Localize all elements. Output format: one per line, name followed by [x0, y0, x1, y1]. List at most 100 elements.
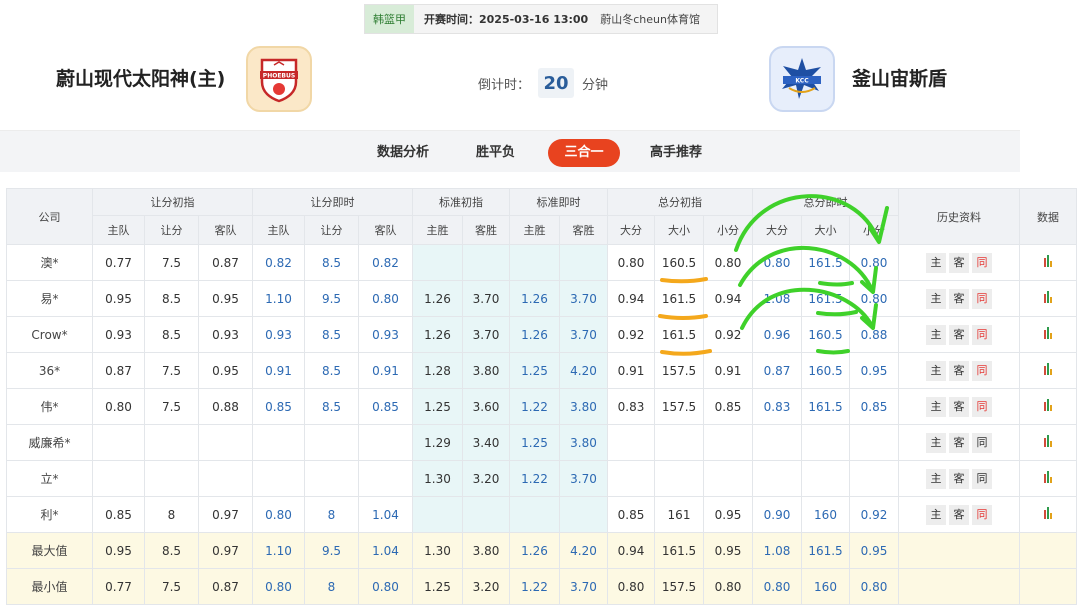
- countdown-value: 20: [538, 68, 575, 98]
- home-logo-text: PHOEBUS: [263, 73, 295, 80]
- home-team-logo[interactable]: PHOEBUS: [246, 46, 312, 112]
- bar-chart-icon[interactable]: [1044, 399, 1052, 411]
- total-open-cell: 161.5: [654, 280, 704, 317]
- bar-chart-icon[interactable]: [1044, 327, 1052, 339]
- table-row: 立* 1.30 3.20 1.22 3.70 主客同: [6, 460, 1077, 497]
- std-live-cell: 3.80: [559, 388, 608, 425]
- home-history-button[interactable]: 主: [926, 324, 946, 345]
- same-history-button[interactable]: 同: [972, 360, 992, 381]
- handicap-open-cell: 7.5: [144, 352, 199, 389]
- data-cell: [1019, 280, 1077, 317]
- handicap-live-cell: [304, 424, 359, 461]
- header-history: 历史资料: [898, 188, 1020, 245]
- same-history-button[interactable]: 同: [972, 252, 992, 273]
- company-name: 易*: [6, 280, 93, 317]
- history-cell: 主客同: [898, 352, 1020, 389]
- total-open-cell: 160.5: [654, 244, 704, 281]
- same-history-button[interactable]: 同: [972, 324, 992, 345]
- bar-chart-icon[interactable]: [1044, 255, 1052, 267]
- subheader-cell: 大分: [752, 215, 802, 245]
- std-open-cell: 3.70: [462, 316, 510, 353]
- handicap-live-cell: 0.82: [252, 244, 305, 281]
- total-live-cell: 0.80: [849, 280, 899, 317]
- away-history-button[interactable]: 客: [949, 504, 969, 525]
- company-name: 澳*: [6, 244, 93, 281]
- handicap-open-cell: 0.87: [92, 352, 145, 389]
- away-history-button[interactable]: 客: [949, 360, 969, 381]
- handicap-open-cell: [92, 424, 145, 461]
- away-history-button[interactable]: 客: [949, 288, 969, 309]
- std-open-cell: 1.26: [412, 316, 463, 353]
- std-live-cell: 1.22: [509, 460, 560, 497]
- handicap-open-cell: 0.95: [198, 280, 253, 317]
- history-cell: 主客同: [898, 424, 1020, 461]
- away-history-button[interactable]: 客: [949, 468, 969, 489]
- handicap-live-cell: 8: [304, 496, 359, 533]
- std-open-cell: 1.29: [412, 424, 463, 461]
- tab-win-draw-loss[interactable]: 胜平负: [476, 139, 515, 167]
- home-history-button[interactable]: 主: [926, 432, 946, 453]
- total-open-cell: [654, 460, 704, 497]
- same-history-button[interactable]: 同: [972, 468, 992, 489]
- subheader-cell: 主胜: [509, 215, 560, 245]
- home-history-button[interactable]: 主: [926, 504, 946, 525]
- total-open-cell: 161: [654, 496, 704, 533]
- bar-chart-icon[interactable]: [1044, 291, 1052, 303]
- away-history-button[interactable]: 客: [949, 432, 969, 453]
- home-history-button[interactable]: 主: [926, 252, 946, 273]
- away-team-logo[interactable]: KCC: [769, 46, 835, 112]
- handicap-open-cell: 0.97: [198, 496, 253, 533]
- total-open-cell: 0.83: [607, 388, 655, 425]
- std-open-cell: 3.80: [462, 352, 510, 389]
- table-row: 易* 0.95 8.5 0.95 1.10 9.5 0.80 1.26 3.70 1.26 3.70…: [6, 280, 1077, 317]
- away-history-button[interactable]: 客: [949, 396, 969, 417]
- handicap-open-cell: [144, 460, 199, 497]
- handicap-open-cell: 7.5: [144, 388, 199, 425]
- handicap-live-cell: 8.5: [304, 388, 359, 425]
- away-team-name[interactable]: 釜山宙斯盾: [852, 64, 947, 91]
- away-history-button[interactable]: 客: [949, 324, 969, 345]
- table-row: 伟* 0.80 7.5 0.88 0.85 8.5 0.85 1.25 3.60 1.22 3.80…: [6, 388, 1077, 425]
- home-history-button[interactable]: 主: [926, 396, 946, 417]
- bar-chart-icon[interactable]: [1044, 507, 1052, 519]
- home-history-button[interactable]: 主: [926, 468, 946, 489]
- handicap-live-cell: 0.80: [252, 568, 305, 605]
- home-history-button[interactable]: 主: [926, 288, 946, 309]
- handicap-live-cell: 0.91: [252, 352, 305, 389]
- bar-chart-icon[interactable]: [1044, 363, 1052, 375]
- same-history-button[interactable]: 同: [972, 432, 992, 453]
- handicap-live-cell: 0.82: [358, 244, 413, 281]
- handicap-open-cell: 0.85: [92, 496, 145, 533]
- same-history-button[interactable]: 同: [972, 396, 992, 417]
- total-live-cell: 1.08: [752, 532, 802, 569]
- std-live-cell: 3.70: [559, 568, 608, 605]
- total-open-cell: 0.95: [703, 496, 753, 533]
- data-cell: [1019, 352, 1077, 389]
- bar-chart-icon[interactable]: [1044, 435, 1052, 447]
- tab-three-in-one[interactable]: 三合一: [548, 139, 620, 167]
- match-info-bar: 韩篮甲 开赛时间： 2025-03-16 13:00 蔚山冬cheun体育馆: [364, 4, 718, 34]
- header-handicap-open: 让分初指: [92, 188, 253, 216]
- away-history-button[interactable]: 客: [949, 252, 969, 273]
- std-open-cell: [412, 496, 463, 533]
- league-badge[interactable]: 韩篮甲: [365, 5, 414, 33]
- tab-data-analysis[interactable]: 数据分析: [377, 139, 429, 167]
- std-live-cell: 1.22: [509, 388, 560, 425]
- home-history-button[interactable]: 主: [926, 360, 946, 381]
- subheader-cell: 大小: [654, 215, 704, 245]
- history-cell: 主客同: [898, 280, 1020, 317]
- tab-expert-picks[interactable]: 高手推荐: [650, 139, 702, 167]
- home-team-name[interactable]: 蔚山现代太阳神(主): [56, 64, 225, 91]
- handicap-open-cell: 0.77: [92, 568, 145, 605]
- std-open-cell: 3.80: [462, 532, 510, 569]
- data-cell: [1019, 388, 1077, 425]
- handicap-open-cell: 8.5: [144, 316, 199, 353]
- std-open-cell: 1.30: [412, 532, 463, 569]
- handicap-open-cell: 0.93: [198, 316, 253, 353]
- std-live-cell: [509, 496, 560, 533]
- same-history-button[interactable]: 同: [972, 288, 992, 309]
- total-live-cell: 0.80: [849, 244, 899, 281]
- bar-chart-icon[interactable]: [1044, 471, 1052, 483]
- same-history-button[interactable]: 同: [972, 504, 992, 525]
- header-company: 公司: [6, 188, 93, 245]
